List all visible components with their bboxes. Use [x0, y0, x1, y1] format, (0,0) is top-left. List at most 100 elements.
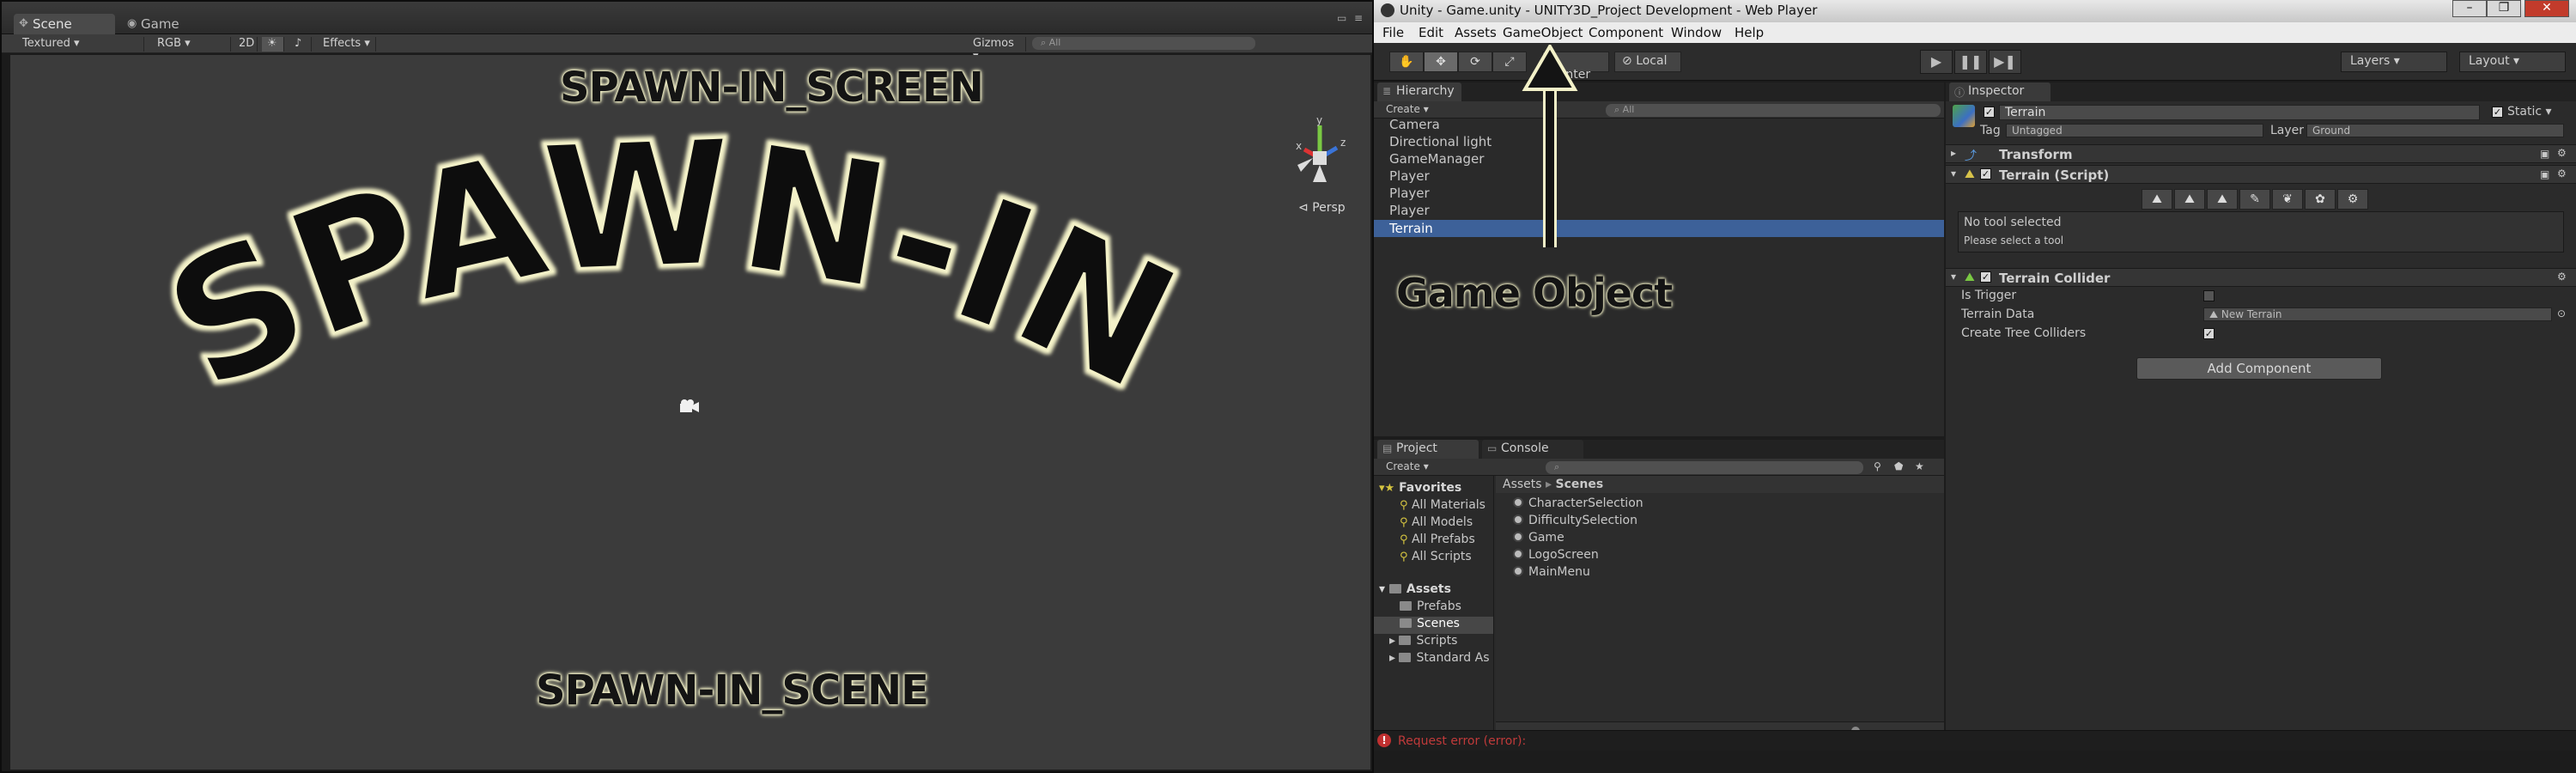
assets-header[interactable]: ▾ Assets — [1379, 582, 1451, 596]
draw-mode-dropdown[interactable]: Textured ▾ — [17, 37, 144, 52]
hierarchy-item-directional-light[interactable]: Directional light — [1389, 134, 1492, 149]
layer-dropdown[interactable]: Ground — [2306, 124, 2564, 137]
render-mode-dropdown[interactable]: RGB ▾ — [152, 37, 231, 52]
pause-button-icon[interactable]: ❚❚ — [1954, 50, 1987, 74]
tab-inspector[interactable]: ⓘ Inspector — [1949, 82, 2050, 101]
hand-tool-icon[interactable]: ✋ — [1389, 52, 1424, 72]
folder-prefabs[interactable]: Prefabs — [1400, 600, 1461, 613]
lighting-toggle[interactable]: ☀ — [262, 37, 284, 52]
collider-enabled-checkbox[interactable]: ✓ — [1980, 271, 1991, 283]
hierarchy-item-player[interactable]: Player — [1389, 168, 1430, 184]
favorite-all-scripts[interactable]: ⚲ All Scripts — [1400, 550, 1472, 563]
object-picker-icon[interactable]: ⊙ — [2557, 307, 2566, 320]
camera-gizmo-icon[interactable] — [678, 399, 701, 414]
favorite-all-models[interactable]: ⚲ All Models — [1400, 515, 1473, 529]
tab-hierarchy[interactable]: ≣ Hierarchy — [1377, 82, 1461, 101]
component-settings-gear-icon[interactable]: ⚙ — [2557, 147, 2567, 159]
favorite-all-prefabs[interactable]: ⚲ All Prefabs — [1400, 533, 1475, 546]
tab-console[interactable]: ▭ Console — [1482, 440, 1583, 459]
step-button-icon[interactable]: ▶❚ — [1989, 50, 2021, 74]
terrain-script-header[interactable]: ▾ ⛰ ✓ Terrain (Script) ▣ ⚙ — [1946, 165, 2576, 184]
breadcrumb-scenes[interactable]: Scenes — [1556, 478, 1604, 491]
pivot-rotation-button[interactable]: ⊘ Local — [1614, 52, 1681, 72]
scene-file-item[interactable]: DifficultySelection — [1513, 514, 1637, 527]
terrain-settings-gear-icon[interactable]: ⚙ — [2337, 189, 2368, 210]
terrain-enabled-checkbox[interactable]: ✓ — [1980, 168, 1991, 180]
component-settings-gear-icon[interactable]: ⚙ — [2557, 167, 2567, 180]
info-icon: ⓘ — [1954, 87, 1965, 99]
project-search-input[interactable]: ⌕ — [1546, 461, 1863, 474]
folder-standard-assets[interactable]: ▸ Standard As — [1389, 651, 1490, 665]
menu-component[interactable]: Component — [1589, 25, 1663, 40]
scene-file-item[interactable]: CharacterSelection — [1513, 496, 1643, 510]
is-trigger-checkbox[interactable] — [2203, 290, 2215, 301]
close-button[interactable]: ✕ — [2524, 0, 2569, 17]
terrain-collider-header[interactable]: ▾ ⛰ ✓ Terrain Collider ⚙ — [1946, 268, 2576, 287]
static-label: Static ▾ — [2507, 105, 2552, 119]
folder-scenes[interactable]: Scenes — [1400, 617, 1460, 630]
menu-assets[interactable]: Assets — [1455, 25, 1497, 40]
gizmos-dropdown[interactable]: Gizmos ▾ — [968, 37, 1026, 63]
menu-file[interactable]: File — [1382, 25, 1404, 40]
paint-details-tool-icon[interactable]: ✿ — [2305, 189, 2336, 210]
create-tree-colliders-checkbox[interactable]: ✓ — [2203, 328, 2215, 339]
favorite-star-icon[interactable]: ★ — [1915, 460, 1924, 472]
project-create-button[interactable]: Create ▾ — [1386, 460, 1429, 472]
menu-help[interactable]: Help — [1735, 25, 1764, 40]
minimize-button[interactable]: – — [2452, 0, 2487, 17]
filter-by-type-icon[interactable]: ⚲ — [1874, 460, 1881, 472]
smooth-height-tool-icon[interactable]: ⛰ — [2207, 189, 2238, 210]
effects-dropdown[interactable]: Effects ▾ — [318, 37, 376, 52]
restore-button[interactable]: ❐ — [2487, 0, 2521, 17]
help-icon[interactable]: ▣ — [2540, 148, 2549, 160]
layers-dropdown[interactable]: Layers ▾ — [2341, 52, 2447, 72]
help-icon[interactable]: ▣ — [2540, 168, 2549, 180]
static-checkbox[interactable]: ✓ — [2492, 107, 2503, 118]
maximize-icon[interactable]: ▭ — [1337, 12, 1346, 24]
scene-file-item[interactable]: LogoScreen — [1513, 548, 1599, 562]
hierarchy-item-selected[interactable]: Terrain — [1374, 220, 1944, 237]
favorite-all-materials[interactable]: ⚲ All Materials — [1400, 498, 1485, 512]
tab-game[interactable]: ◉ Game — [122, 14, 223, 34]
object-active-checkbox[interactable]: ✓ — [1984, 107, 1995, 118]
object-name-field[interactable]: Terrain — [1999, 105, 2480, 120]
terrain-data-field[interactable]: ⛰ New Terrain — [2203, 307, 2552, 321]
hierarchy-item-player[interactable]: Player — [1389, 203, 1430, 218]
persp-label[interactable]: ⊲ Persp — [1298, 201, 1346, 215]
status-error-message[interactable]: Request error (error): — [1398, 734, 1526, 748]
hierarchy-item-player[interactable]: Player — [1389, 186, 1430, 201]
hierarchy-item-camera[interactable]: Camera — [1389, 117, 1440, 132]
panel-menu-icon[interactable]: ≡ — [1354, 12, 1363, 24]
scene-viewport[interactable]: SPAWN-IN_SCREEN SPAWN-IN_SCENE SPAWN-IN — [10, 55, 1370, 770]
audio-toggle-icon[interactable]: ♪ — [289, 37, 312, 52]
breadcrumb-assets[interactable]: Assets — [1503, 478, 1542, 491]
scene-file-item[interactable]: Game — [1513, 531, 1564, 545]
hierarchy-search-input[interactable]: ⌕ All — [1606, 104, 1941, 117]
favorites-header[interactable]: ▾★ Favorites — [1379, 481, 1461, 495]
menu-gameobject[interactable]: GameObject — [1503, 25, 1583, 40]
component-settings-gear-icon[interactable]: ⚙ — [2557, 271, 2567, 283]
hierarchy-create-button[interactable]: Create ▾ — [1386, 103, 1429, 115]
menu-window[interactable]: Window — [1671, 25, 1722, 40]
move-tool-icon[interactable]: ✥ — [1424, 52, 1458, 72]
scene-file-item[interactable]: MainMenu — [1513, 565, 1590, 579]
paint-texture-tool-icon[interactable]: ✎ — [2239, 189, 2270, 210]
tag-dropdown[interactable]: Untagged — [2006, 124, 2263, 137]
hierarchy-item-gamemanager[interactable]: GameManager — [1389, 151, 1484, 167]
raise-terrain-tool-icon[interactable]: ⛰ — [2142, 189, 2172, 210]
2d-toggle[interactable]: 2D — [234, 37, 258, 52]
paint-height-tool-icon[interactable]: ⛰ — [2174, 189, 2205, 210]
tab-scene[interactable]: ✥ Scene — [14, 14, 115, 34]
tab-project[interactable]: ▤ Project — [1377, 440, 1479, 459]
layout-dropdown[interactable]: Layout ▾ — [2459, 52, 2566, 72]
add-component-button[interactable]: Add Component — [2136, 357, 2382, 380]
place-trees-tool-icon[interactable]: ❦ — [2272, 189, 2303, 210]
orientation-gizmo-icon[interactable]: y z x — [1294, 114, 1363, 192]
filter-by-label-icon[interactable]: ⬟ — [1894, 460, 1903, 472]
folder-scripts[interactable]: ▸ Scripts — [1389, 634, 1457, 648]
menu-edit[interactable]: Edit — [1419, 25, 1443, 40]
play-button-icon[interactable]: ▶ — [1920, 50, 1953, 74]
rotate-tool-icon[interactable]: ⟳ — [1458, 52, 1492, 72]
scene-search-input[interactable]: ⌕ All — [1032, 37, 1255, 50]
transform-header[interactable]: ▸ ⤴ Transform ▣ ⚙ — [1946, 144, 2576, 163]
